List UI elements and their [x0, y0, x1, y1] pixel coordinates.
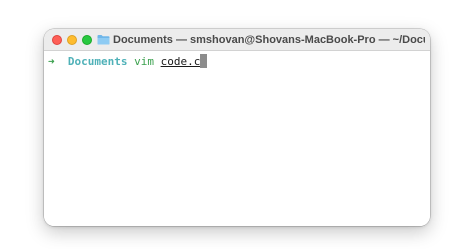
terminal-window: Documents — smshovan@Shovans-MacBook-Pro… — [44, 29, 430, 226]
title-bar[interactable]: Documents — smshovan@Shovans-MacBook-Pro… — [44, 29, 430, 51]
minimize-button[interactable] — [67, 35, 77, 45]
prompt-line: ➜ Documents vim code.c — [48, 54, 208, 69]
command-argument: code.c — [160, 55, 201, 68]
window-title: Documents — smshovan@Shovans-MacBook-Pro… — [113, 34, 425, 46]
terminal-content[interactable]: ➜ Documents vim code.c — [44, 51, 430, 226]
prompt-cwd: Documents — [67, 55, 128, 68]
folder-icon — [97, 35, 110, 45]
command-text: vim — [134, 55, 154, 68]
maximize-button[interactable] — [82, 35, 92, 45]
close-button[interactable] — [52, 35, 62, 45]
prompt-arrow: ➜ — [48, 55, 55, 68]
text-cursor — [200, 54, 208, 68]
